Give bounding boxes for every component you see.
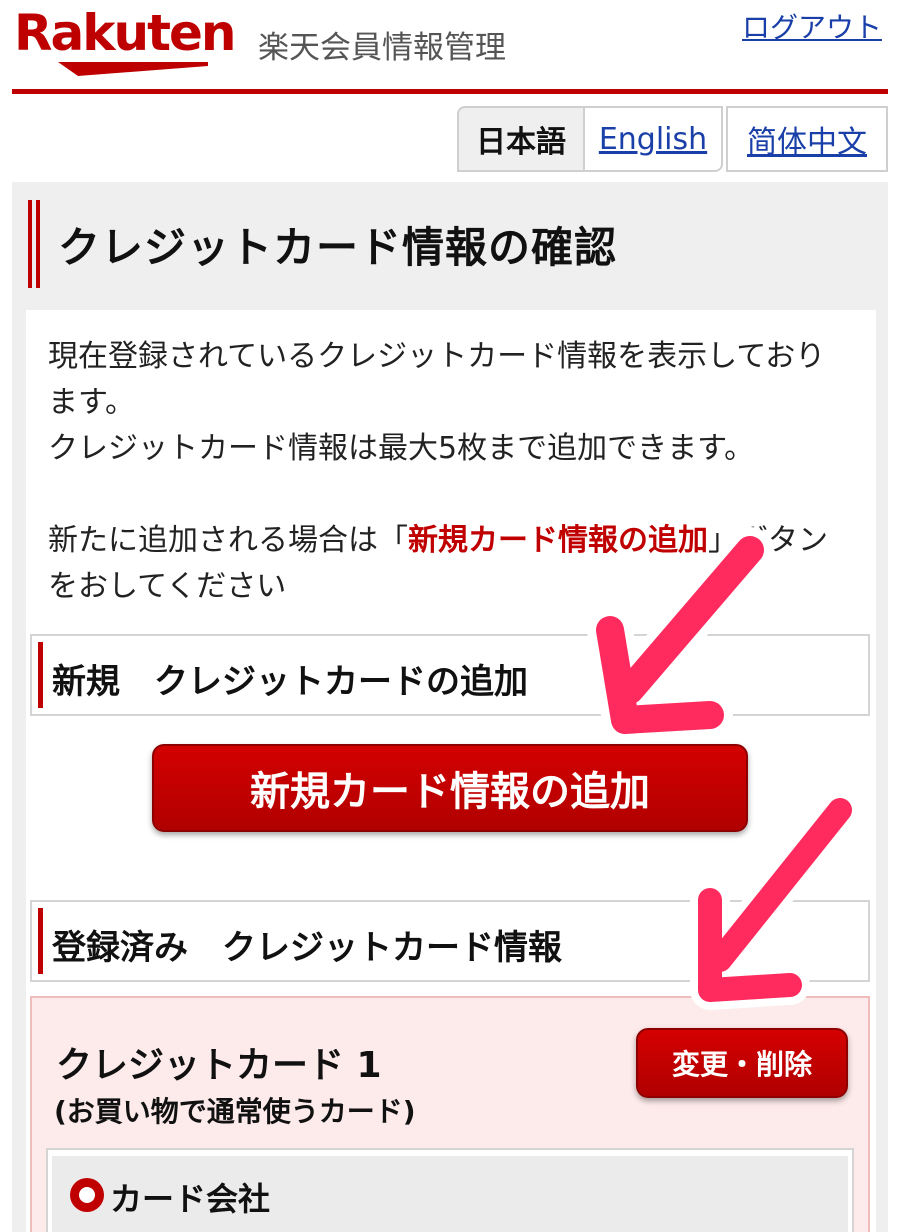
registered-card-section-heading: 登録済み クレジットカード情報: [30, 900, 870, 982]
new-card-section-heading: 新規 クレジットカードの追加: [30, 634, 870, 716]
page-title: クレジットカード情報の確認: [58, 223, 618, 272]
card-company-row: カード会社: [46, 1148, 854, 1232]
site-title: 楽天会員情報管理: [258, 30, 506, 66]
language-tabs: 日本語 English 简体中文: [457, 106, 888, 172]
intro-emphasis: 新規カード情報の追加: [408, 523, 708, 558]
header-divider: [12, 89, 888, 94]
lang-tab-japanese[interactable]: 日本語: [457, 106, 585, 172]
card-subtitle: (お買い物で通常使うカード): [54, 1095, 416, 1128]
title-accent-bars: [28, 200, 42, 288]
content-area: 現在登録されているクレジットカード情報を表示しております。 クレジットカード情報…: [26, 310, 876, 1232]
logout-link[interactable]: ログアウト: [742, 6, 882, 46]
intro-line-3: 新たに追加される場合は「新規カード情報の追加」ボタンをおしてください: [48, 523, 828, 604]
registered-heading-label: 登録済み クレジットカード情報: [52, 928, 562, 968]
add-card-button[interactable]: 新規カード情報の追加: [152, 744, 748, 832]
credit-card-entry: クレジットカード 1 (お買い物で通常使うカード) 変更・削除 カード会社: [30, 996, 870, 1232]
header: Rakuten 楽天会員情報管理 ログアウト: [0, 0, 900, 96]
intro-line-2: クレジットカード情報は最大5枚まで追加できます。: [48, 431, 755, 466]
radio-icon: [70, 1178, 104, 1212]
rakuten-logo[interactable]: Rakuten: [14, 4, 244, 76]
page-title-block: クレジットカード情報の確認: [26, 200, 866, 288]
new-card-heading-label: 新規 クレジットカードの追加: [52, 662, 528, 702]
lang-tab-english[interactable]: English: [585, 106, 723, 172]
card-title: クレジットカード 1: [56, 1045, 382, 1086]
intro-line-1: 現在登録されているクレジットカード情報を表示しております。: [48, 339, 826, 420]
logo-text: Rakuten: [14, 4, 236, 62]
intro-text: 現在登録されているクレジットカード情報を表示しております。 クレジットカード情報…: [48, 334, 848, 610]
edit-delete-button[interactable]: 変更・削除: [636, 1028, 848, 1098]
lang-tab-chinese[interactable]: 简体中文: [726, 106, 888, 172]
logo-swoosh-icon: [58, 62, 208, 76]
main-panel: クレジットカード情報の確認 現在登録されているクレジットカード情報を表示しており…: [12, 182, 888, 1232]
card-company-label: カード会社: [110, 1180, 271, 1218]
